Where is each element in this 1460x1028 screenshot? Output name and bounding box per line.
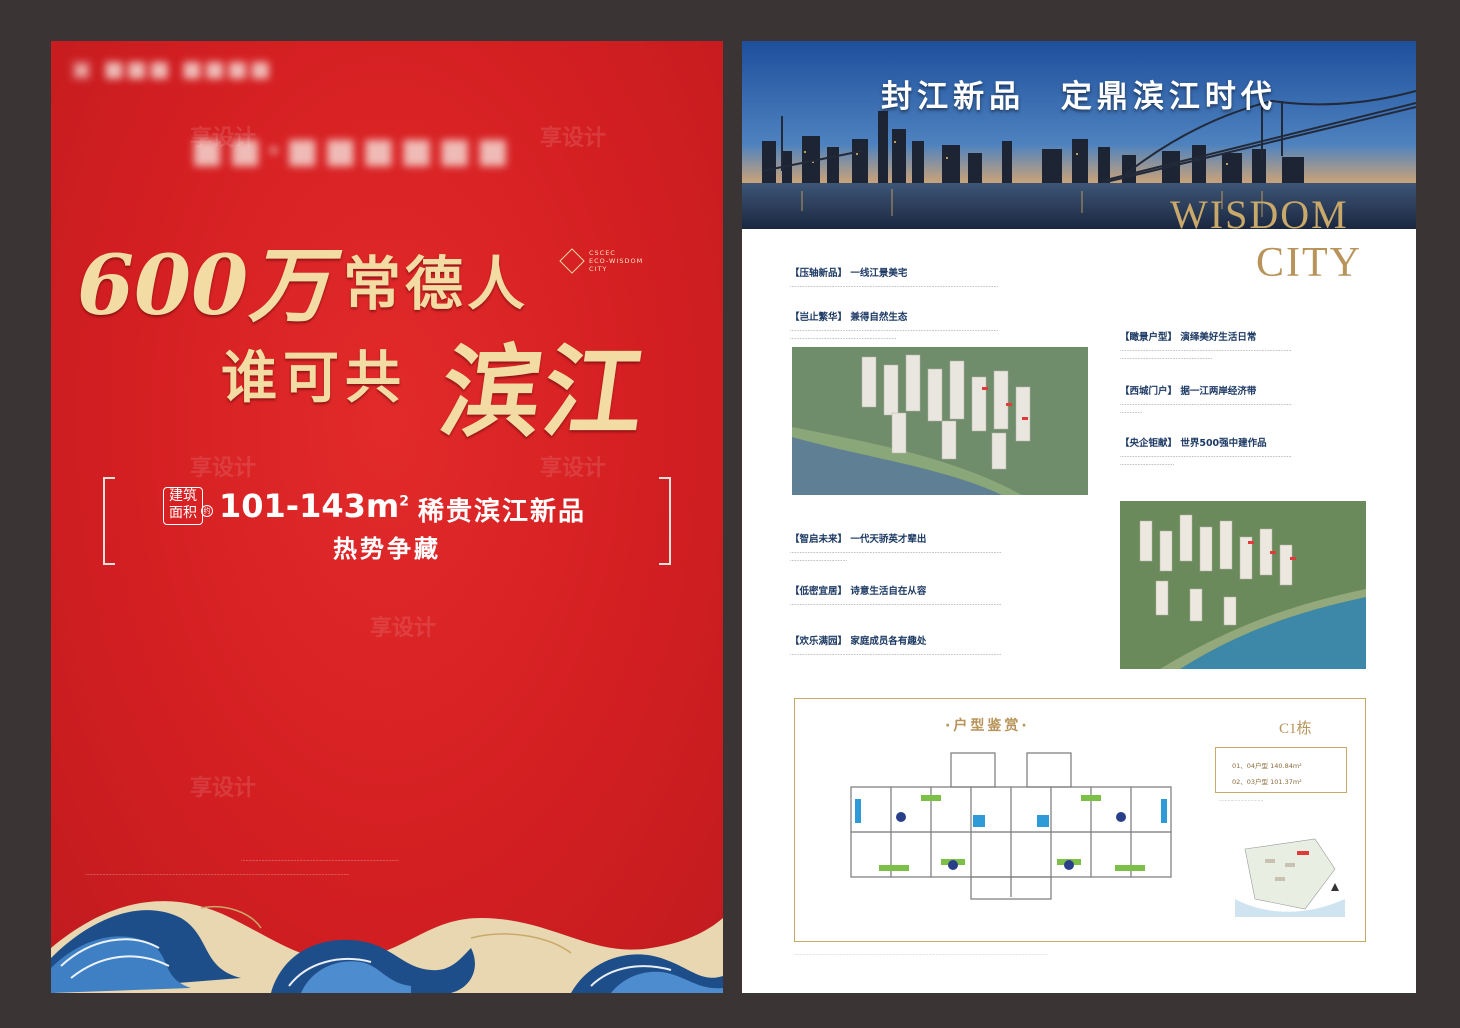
section-7: 【低密宜居】 诗意生活自在从容 ························… — [790, 583, 1100, 609]
section-body: ········································… — [1120, 348, 1292, 362]
city-text: CITY — [1256, 240, 1362, 286]
section-tag: 【低密宜居】 — [790, 586, 848, 597]
section-tag: 【智启未来】 — [790, 534, 848, 545]
hero-title: 封江新品 定鼎滨江时代 — [881, 79, 1277, 115]
section-tag: 【瞰景户型】 — [1120, 332, 1178, 343]
section-body: ········································… — [790, 328, 999, 342]
section-tag: 【岂止繁华】 — [790, 312, 848, 323]
headline-highlight: 滨江 — [433, 333, 655, 451]
headline-line2: 谁可共 — [221, 345, 407, 411]
section-body: ········································… — [790, 602, 1002, 608]
right-flyer: 封江新品 定鼎滨江时代 WISDOM CITY 【压轴新品】 一线江景美宅 ··… — [742, 41, 1416, 993]
area-title: 稀贵滨江新品 — [418, 497, 587, 527]
section-body: ········································… — [790, 652, 1002, 658]
section-5: 【央企钜献】 世界500强中建作品 ······················… — [1120, 435, 1400, 469]
section-title: 世界500强中建作品 — [1180, 438, 1267, 449]
headline-line1: 常德人 — [343, 250, 530, 318]
unit-line-1: 01、04户型 140.84m² — [1232, 762, 1302, 770]
area-tag: 建筑面积 — [163, 487, 203, 525]
cscec-text-1: CSCEC — [589, 249, 616, 257]
floorplan-frame: ·户型鉴赏· C1栋 01、04户型 140.84m² 02、03户型 101.… — [794, 698, 1366, 942]
unit-info-box: 01、04户型 140.84m² 02、03户型 101.37m² — [1215, 747, 1347, 793]
section-1: 【压轴新品】 一线江景美宅 ··························… — [790, 265, 1100, 291]
floorplan-title: ·户型鉴赏· — [945, 718, 1030, 734]
unit-line-2: 02、03户型 101.37m² — [1232, 778, 1302, 786]
section-body: ········································… — [1120, 402, 1292, 416]
north-arrow-icon — [1331, 883, 1339, 891]
wave-decoration — [51, 901, 723, 993]
site-map — [1235, 838, 1345, 917]
section-4: 【西城门户】 据一江两岸经济带 ························… — [1120, 383, 1400, 417]
section-title: 兼得自然生态 — [850, 312, 908, 323]
blurred-brand: ■■·■■■■■■ — [191, 131, 515, 171]
section-tag: 【压轴新品】 — [790, 268, 848, 279]
blurred-logo: ▣ ■■■ ■■■■ — [71, 57, 273, 82]
cscec-text-3: CITY — [589, 265, 608, 273]
floorplan-note: ······························· — [1219, 799, 1264, 804]
big-number: 600万 — [77, 238, 331, 334]
section-body: ········································… — [790, 284, 999, 290]
area-block: 建筑面积 约 101-143m2 稀贵滨江新品 热势争藏 — [103, 477, 671, 565]
section-title: 演绎美好生活日常 — [1180, 332, 1257, 343]
section-body: ········································… — [1120, 454, 1292, 468]
left-poster: ▣ ■■■ ■■■■ ■■·■■■■■■ 600万 常德人 谁可共 滨江 CSC… — [51, 41, 723, 993]
section-2: 【岂止繁华】 兼得自然生态 ··························… — [790, 309, 1100, 343]
section-tag: 【央企钜献】 — [1120, 438, 1178, 449]
section-title: 家庭成员各有趣处 — [850, 636, 927, 647]
section-title: 一代天骄英才辈出 — [850, 534, 927, 545]
wisdom-text: WISDOM — [1170, 192, 1349, 237]
aerial-photo-2 — [1120, 501, 1366, 669]
aerial-photo-1 — [792, 347, 1088, 495]
building-label: C1栋 — [1279, 721, 1312, 737]
section-title: 一线江景美宅 — [850, 268, 908, 279]
section-tag: 【欢乐满园】 — [790, 636, 848, 647]
cscec-text-2: ECO-WISDOM — [589, 257, 644, 265]
section-6: 【智启未来】 一代天骄英才辈出 ························… — [790, 531, 1100, 565]
section-8: 【欢乐满园】 家庭成员各有趣处 ························… — [790, 633, 1100, 659]
area-approx-badge: 约 — [201, 505, 213, 517]
disclaimer: ········································… — [794, 953, 1049, 958]
section-3: 【瞰景户型】 演绎美好生活日常 ························… — [1120, 329, 1400, 363]
area-value: 101-143m2 — [219, 487, 409, 525]
cscec-logo: CSCEC ECO-WISDOM CITY — [559, 248, 644, 274]
section-title: 诗意生活自在从容 — [850, 586, 927, 597]
area-subtitle: 热势争藏 — [333, 535, 441, 563]
section-body: ········································… — [790, 550, 1002, 564]
floorplan-drawing — [850, 752, 1172, 900]
cscec-mark-icon — [559, 248, 585, 274]
section-title: 据一江两岸经济带 — [1180, 386, 1257, 397]
section-tag: 【西城门户】 — [1120, 386, 1178, 397]
